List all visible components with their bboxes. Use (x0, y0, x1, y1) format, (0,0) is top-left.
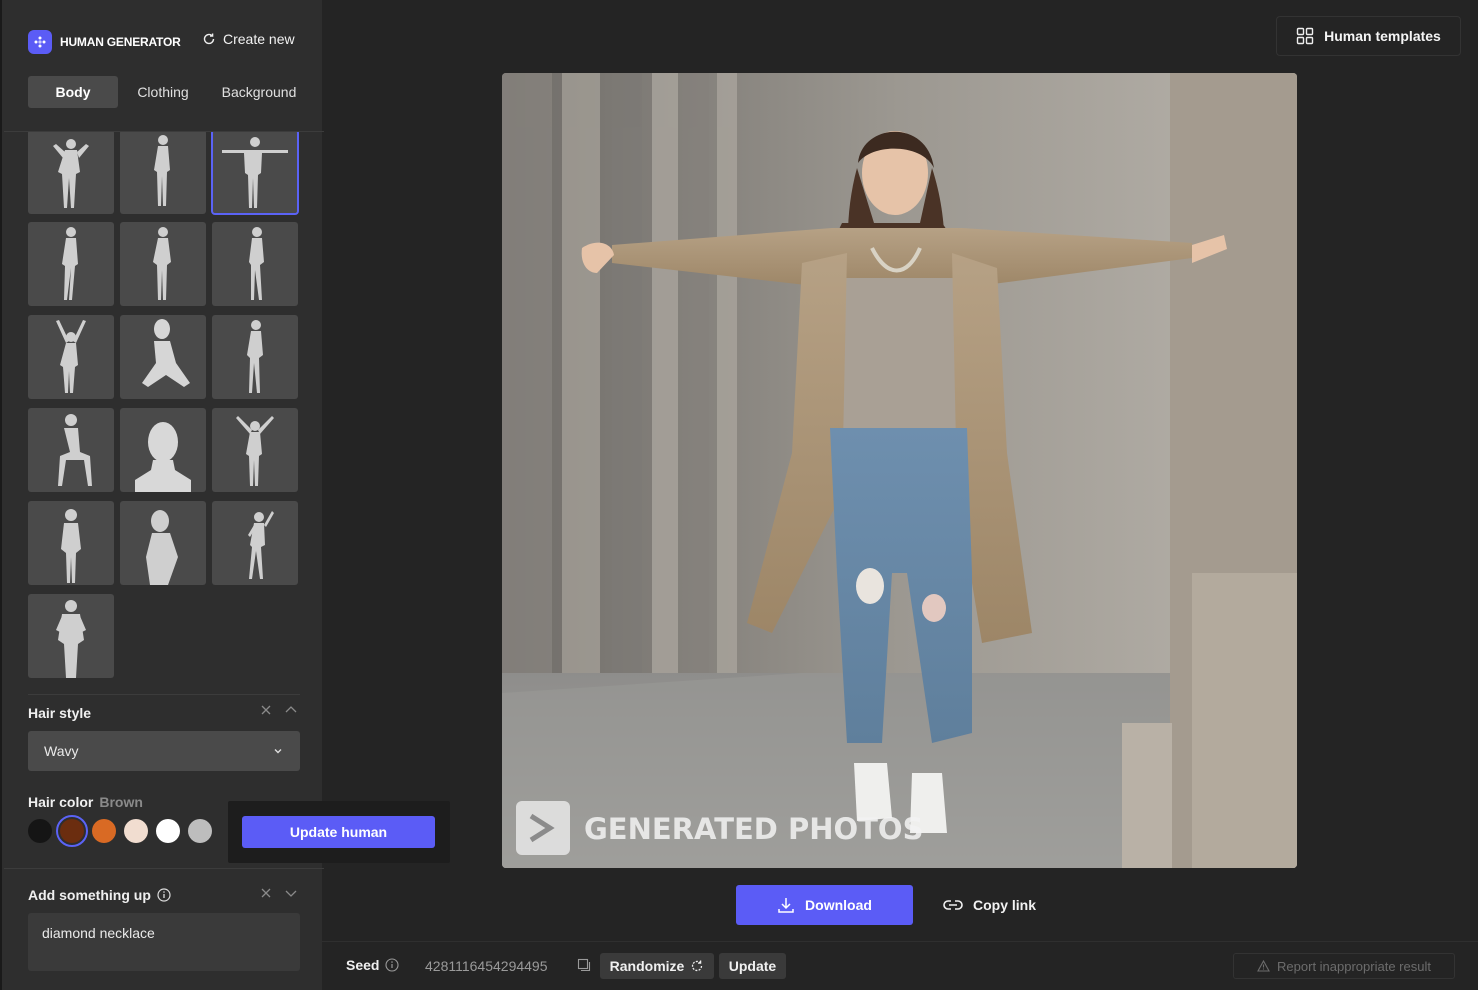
divider (4, 868, 324, 869)
chevron-down-icon[interactable] (284, 887, 298, 899)
pose-thumbnail[interactable] (28, 132, 114, 214)
add-something-label: Add something up (28, 887, 151, 903)
pose-thumbnail[interactable] (120, 132, 206, 214)
app-root: HUMAN GENERATOR Create new Body Clothing… (0, 0, 1478, 990)
watermark (516, 801, 570, 855)
hair-style-controls (260, 704, 298, 716)
hair-style-title: Hair style (28, 705, 92, 721)
pose-thumbnail-selected[interactable] (211, 132, 299, 215)
pose-thumbnail[interactable] (28, 594, 114, 678)
add-something-controls (260, 887, 298, 899)
close-icon[interactable] (260, 887, 272, 899)
download-button[interactable]: Download (736, 885, 913, 925)
copy-icon[interactable] (577, 958, 591, 972)
refresh-icon (692, 960, 703, 972)
pose-thumbnail[interactable] (28, 315, 114, 399)
add-something-input[interactable]: diamond necklace (28, 913, 300, 971)
seed-value: 4281116454294495 (425, 958, 548, 974)
copy-link-label: Copy link (973, 897, 1037, 913)
pose-thumbnail[interactable] (212, 408, 298, 492)
pose-grid (28, 132, 300, 682)
update-human-button[interactable]: Update human (242, 816, 435, 848)
chevron-down-icon (274, 749, 282, 754)
human-templates-label: Human templates (1324, 28, 1441, 44)
brand-name: HUMAN GENERATOR (60, 35, 181, 49)
color-swatch[interactable] (188, 819, 212, 843)
link-icon (943, 900, 963, 910)
report-button[interactable]: Report inappropriate result (1233, 953, 1455, 979)
info-icon[interactable] (157, 888, 171, 902)
tab-background[interactable]: Background (212, 76, 306, 108)
hair-color-selected-name: Brown (99, 794, 143, 810)
color-swatch-selected[interactable] (56, 815, 88, 847)
add-something-title: Add something up (28, 887, 171, 903)
pose-thumbnail[interactable] (120, 222, 206, 306)
tab-clothing[interactable]: Clothing (118, 76, 208, 108)
divider (322, 941, 1478, 942)
create-new-button[interactable]: Create new (202, 31, 295, 47)
pose-thumbnail[interactable] (28, 408, 114, 492)
tab-body[interactable]: Body (28, 76, 118, 108)
pose-thumbnail[interactable] (120, 408, 206, 492)
sparkle-logo-icon (28, 30, 52, 54)
pose-thumbnail[interactable] (212, 501, 298, 585)
seed-label: Seed (346, 957, 400, 973)
pose-thumbnail[interactable] (28, 222, 114, 306)
create-new-label: Create new (223, 31, 295, 47)
pose-thumbnail[interactable] (120, 315, 206, 399)
color-swatch[interactable] (28, 819, 52, 843)
color-swatch[interactable] (156, 819, 180, 843)
randomize-button[interactable]: Randomize (600, 953, 714, 979)
generated-image: GENERATED PHOTOS (502, 73, 1297, 868)
update-seed-button[interactable]: Update (719, 953, 786, 979)
watermark-text: GENERATED PHOTOS (584, 812, 923, 846)
pose-thumbnail[interactable] (120, 501, 206, 585)
hair-style-value: Wavy (44, 743, 79, 759)
human-templates-button[interactable]: Human templates (1276, 16, 1461, 56)
hair-color-swatches (28, 815, 212, 847)
grid-icon (1296, 27, 1314, 45)
tab-bar: Body Clothing Background (28, 76, 306, 108)
warning-icon (1257, 960, 1270, 972)
update-human-popover: Update human (228, 801, 450, 863)
sidebar: HUMAN GENERATOR Create new Body Clothing… (0, 0, 450, 990)
seed-label-text: Seed (346, 957, 380, 973)
info-icon[interactable] (385, 958, 400, 972)
hair-color-label: Hair color (28, 794, 94, 810)
close-icon[interactable] (260, 704, 272, 716)
color-swatch[interactable] (92, 819, 116, 843)
hair-color-title: Hair color Brown (28, 794, 143, 810)
brand[interactable]: HUMAN GENERATOR (28, 30, 181, 54)
divider (28, 694, 300, 695)
copy-link-button[interactable]: Copy link (942, 885, 1036, 925)
pose-thumbnail[interactable] (212, 315, 298, 399)
chevron-up-icon[interactable] (284, 704, 298, 716)
pose-thumbnail[interactable] (212, 222, 298, 306)
pose-thumbnail[interactable] (28, 501, 114, 585)
download-icon (778, 898, 794, 913)
color-swatch[interactable] (124, 819, 148, 843)
report-label: Report inappropriate result (1277, 958, 1431, 974)
refresh-icon (203, 33, 215, 45)
randomize-label: Randomize (609, 958, 685, 974)
hair-style-select[interactable]: Wavy (28, 731, 300, 771)
download-label: Download (805, 897, 872, 913)
